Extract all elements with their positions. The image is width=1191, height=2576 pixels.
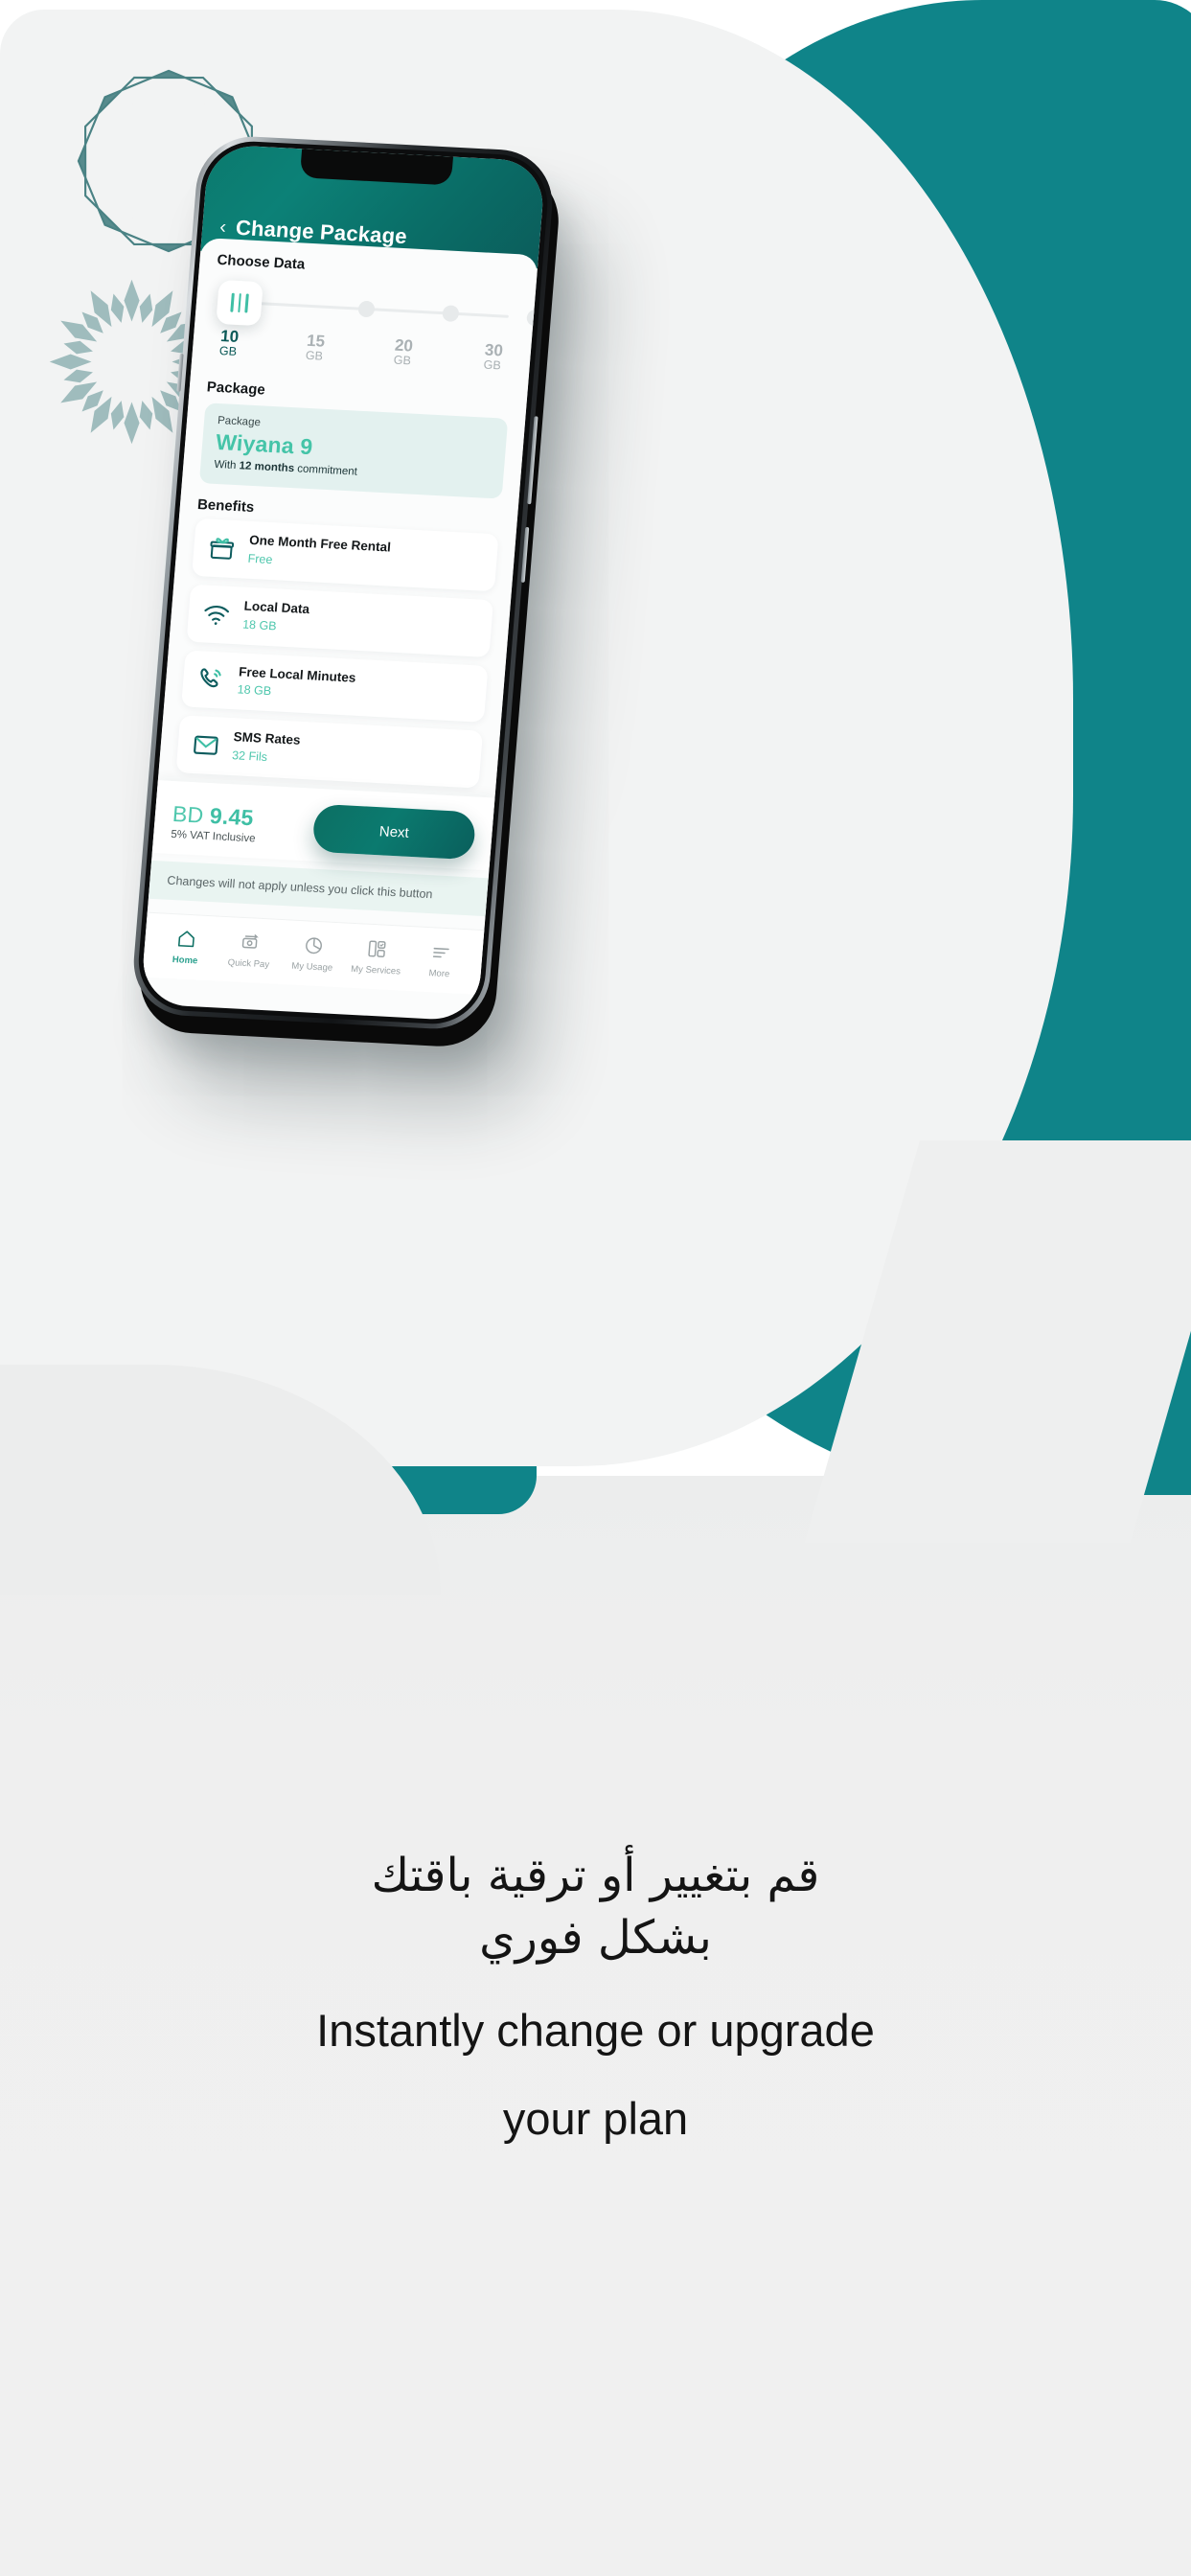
phone-call-icon <box>200 668 221 688</box>
bottom-tab-bar: Home Quick Pay My Usage My Services More <box>142 911 485 995</box>
changes-warning-note: Changes will not apply unless you click … <box>148 860 489 917</box>
vat-note: 5% VAT Inclusive <box>170 828 256 844</box>
benefit-row-free-local-minutes[interactable]: Free Local Minutes 18 GB <box>181 649 489 724</box>
more-lines-icon <box>408 938 473 966</box>
tick-unit: GB <box>218 344 238 359</box>
price-footer: BD 9.45 5% VAT Inclusive Next <box>151 780 495 871</box>
tab-label: Quick Pay <box>227 957 270 971</box>
poster-stage: ‹ Change Package Choose Data 10 GB 15 GB… <box>0 0 1191 2576</box>
slider-thumb[interactable] <box>216 279 263 327</box>
tick-value: 20 <box>394 335 414 356</box>
phone-screen: ‹ Change Package Choose Data 10 GB 15 GB… <box>140 144 546 1022</box>
benefit-row-sms-rates[interactable]: SMS Rates 32 Fils <box>175 715 484 789</box>
tab-label: My Usage <box>290 960 333 974</box>
slider-tick-10gb[interactable]: 10 GB <box>218 327 240 359</box>
tick-value: 15 <box>306 331 326 351</box>
phone-bezel: ‹ Change Package Choose Data 10 GB 15 GB… <box>134 138 552 1027</box>
price-value: 9.45 <box>209 802 255 830</box>
price-amount: BD 9.45 <box>172 800 258 831</box>
commitment-prefix: With <box>213 458 240 472</box>
tab-label: My Services <box>350 963 401 978</box>
tab-label: Home <box>172 954 198 967</box>
slider-tick-30gb[interactable]: 30 GB <box>483 340 504 374</box>
home-icon <box>154 925 219 953</box>
benefit-row-local-data[interactable]: Local Data 18 GB <box>186 584 494 657</box>
quick-pay-icon <box>218 929 283 956</box>
chevron-left-icon[interactable]: ‹ <box>218 217 226 238</box>
phone-frame: ‹ Change Package Choose Data 10 GB 15 GB… <box>129 133 557 1032</box>
pie-chart-icon <box>281 932 346 959</box>
benefit-value: 32 Fils <box>231 748 268 765</box>
tick-value: 10 <box>219 327 240 347</box>
benefit-title: Local Data <box>243 598 310 616</box>
package-card[interactable]: Package Wiyana 9 With 12 months commitme… <box>198 402 509 499</box>
data-slider[interactable]: 10 GB 15 GB 20 GB 30 GB <box>209 274 544 381</box>
slider-tick-labels: 10 GB 15 GB 20 GB 30 GB <box>212 327 515 373</box>
tick-value: 30 <box>484 340 504 360</box>
caption-english-line-1: Instantly change or upgrade <box>316 2004 875 2056</box>
tab-home[interactable]: Home <box>152 925 219 967</box>
wifi-icon <box>204 605 230 625</box>
commitment-duration: 12 months <box>239 460 295 475</box>
commitment-suffix: commitment <box>293 463 358 478</box>
next-button[interactable]: Next <box>311 803 477 861</box>
tab-my-services[interactable]: My Services <box>343 935 410 978</box>
benefit-title: SMS Rates <box>233 729 302 748</box>
slider-track[interactable] <box>257 302 509 318</box>
tab-quick-pay[interactable]: Quick Pay <box>217 929 284 971</box>
caption-english-line-2: your plan <box>502 2092 689 2144</box>
gift-icon <box>210 538 235 560</box>
tick-unit: GB <box>305 349 324 363</box>
caption-arabic-line-2: بشكل فوري <box>479 1910 712 1965</box>
tab-label: More <box>428 968 450 980</box>
phone-mockup: ‹ Change Package Choose Data 10 GB 15 GB… <box>129 133 563 1049</box>
slider-dot-20gb[interactable] <box>442 305 460 323</box>
tick-unit: GB <box>483 357 502 373</box>
tab-more[interactable]: More <box>407 938 474 980</box>
bars-handle-icon <box>230 292 249 313</box>
caption-arabic-line-1: قم بتغيير أو ترقية باقتك <box>371 1849 820 1902</box>
price-currency: BD <box>172 800 205 828</box>
slider-tick-15gb[interactable]: 15 GB <box>305 331 326 364</box>
tab-my-usage[interactable]: My Usage <box>280 932 347 974</box>
benefit-value: 18 GB <box>241 617 278 633</box>
app-content-sheet: Choose Data 10 GB 15 GB 20 GB 30 GB Pack… <box>142 237 544 995</box>
price-block: BD 9.45 5% VAT Inclusive <box>171 800 258 843</box>
slider-tick-20gb[interactable]: 20 GB <box>393 335 414 369</box>
slider-dot-30gb[interactable] <box>526 309 544 327</box>
services-grid-icon <box>345 935 410 963</box>
tick-unit: GB <box>393 353 412 368</box>
slider-dot-15gb[interactable] <box>357 300 376 318</box>
envelope-icon <box>194 735 218 755</box>
caption-block: قم بتغيير أو ترقية باقتك بشكل فوري Insta… <box>0 1845 1191 2146</box>
